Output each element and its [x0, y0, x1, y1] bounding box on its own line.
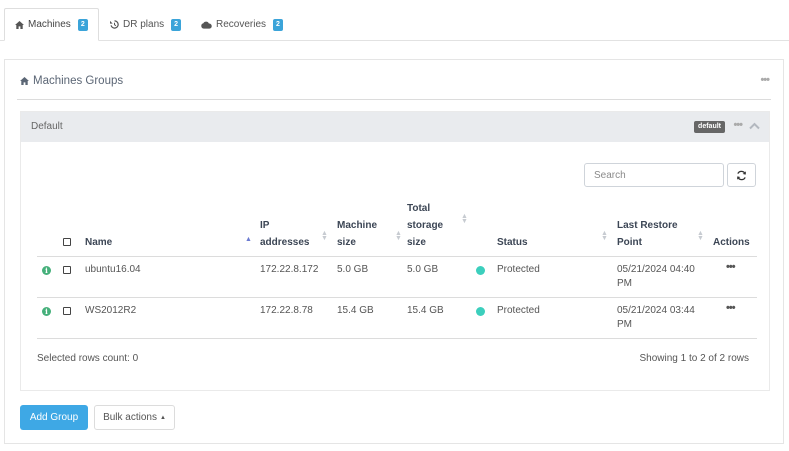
- tab-recoveries[interactable]: Recoveries 2: [191, 8, 293, 41]
- restore-date: 05/21/2024 04:40: [617, 264, 695, 275]
- info-icon[interactable]: i: [42, 307, 51, 316]
- header-name[interactable]: Name: [85, 234, 112, 251]
- selected-rows-count: Selected rows count: 0: [37, 353, 139, 364]
- bulk-actions-button[interactable]: Bulk actions ▲: [94, 405, 175, 430]
- cell-status: Protected: [497, 264, 540, 275]
- add-group-button[interactable]: Add Group: [20, 405, 88, 430]
- home-icon: [20, 77, 29, 85]
- cell-ip: 172.22.8.172: [260, 264, 319, 275]
- sort-icon: ▲ ▼: [461, 213, 468, 225]
- sort-asc-icon: ▲: [245, 236, 252, 243]
- header-ip-line2: addresses: [260, 237, 310, 248]
- tab-bar: Machines 2 DR plans 2 Recoveries 2: [0, 0, 789, 41]
- row-actions-button[interactable]: •••: [726, 261, 736, 273]
- tab-dr-plans[interactable]: DR plans 2: [100, 8, 191, 41]
- select-all-checkbox[interactable]: [63, 238, 71, 246]
- refresh-icon: [737, 170, 746, 180]
- caret-up-icon: ▲: [159, 414, 166, 421]
- restore-period: PM: [617, 278, 632, 289]
- chevron-up-icon[interactable]: [749, 122, 760, 130]
- tab-machines-count: 2: [77, 18, 88, 31]
- group-header[interactable]: Default default •••: [21, 112, 769, 142]
- tab-machines[interactable]: Machines 2: [4, 8, 99, 41]
- panel-menu-button[interactable]: •••: [760, 74, 770, 86]
- history-icon: [110, 20, 119, 29]
- table-row: i ubuntu16.04 172.22.8.172 5.0 GB 5.0 GB…: [37, 257, 757, 298]
- cell-total-storage: 5.0 GB: [407, 264, 439, 275]
- refresh-button[interactable]: [727, 163, 756, 187]
- bulk-actions-label: Bulk actions: [103, 412, 157, 423]
- cell-status: Protected: [497, 305, 540, 316]
- header-last-restore-line1: Last Restore: [617, 220, 678, 231]
- pagination-info: Showing 1 to 2 of 2 rows: [639, 353, 749, 364]
- panel-title: Machines Groups: [20, 75, 123, 87]
- tab-dr-plans-count: 2: [171, 18, 182, 31]
- cell-machine-size: 15.4 GB: [337, 305, 374, 316]
- tab-machines-label: Machines: [28, 19, 71, 30]
- row-actions-button[interactable]: •••: [726, 302, 736, 314]
- restore-date: 05/21/2024 03:44: [617, 305, 695, 316]
- header-machine-size-line2: size: [337, 237, 356, 248]
- divider: [17, 99, 771, 100]
- header-total-storage[interactable]: Total storage size: [407, 200, 443, 251]
- row-checkbox[interactable]: [63, 307, 71, 315]
- header-total-storage-line2: storage: [407, 220, 444, 231]
- header-total-storage-line3: size: [407, 237, 426, 248]
- tab-recoveries-count: 2: [273, 18, 283, 31]
- header-total-storage-line1: Total: [407, 203, 431, 214]
- info-icon[interactable]: i: [42, 266, 51, 275]
- header-last-restore[interactable]: Last Restore Point: [617, 217, 678, 251]
- cell-ip: 172.22.8.78: [260, 305, 313, 316]
- machines-groups-panel: Machines Groups ••• Default default ••• …: [4, 59, 784, 444]
- sort-icon: ▲ ▼: [321, 230, 328, 242]
- group-tag-badge: default: [694, 121, 725, 133]
- home-icon: [15, 20, 24, 29]
- cell-last-restore: 05/21/2024 03:44 PM: [617, 304, 695, 332]
- tab-dr-plans-label: DR plans: [123, 19, 165, 30]
- header-status[interactable]: Status: [497, 234, 528, 251]
- status-dot: [476, 266, 485, 275]
- sort-icon: ▲ ▼: [395, 230, 402, 242]
- cloud-icon: [201, 21, 212, 29]
- table-row: i WS2012R2 172.22.8.78 15.4 GB 15.4 GB P…: [37, 298, 757, 339]
- panel-title-text: Machines Groups: [33, 75, 124, 87]
- header-ip[interactable]: IP addresses: [260, 217, 309, 251]
- cell-machine-size: 5.0 GB: [337, 264, 369, 275]
- restore-period: PM: [617, 319, 632, 330]
- cell-total-storage: 15.4 GB: [407, 305, 444, 316]
- cell-name: ubuntu16.04: [85, 264, 141, 275]
- sort-icon: ▲ ▼: [601, 230, 608, 242]
- search-input[interactable]: [584, 163, 724, 187]
- cell-name: WS2012R2: [85, 305, 137, 316]
- sort-icon: ▲ ▼: [697, 230, 704, 242]
- row-checkbox[interactable]: [63, 266, 71, 274]
- header-machine-size[interactable]: Machine size: [337, 217, 377, 251]
- cell-last-restore: 05/21/2024 04:40 PM: [617, 263, 695, 291]
- group-name: Default: [31, 121, 63, 132]
- header-ip-line1: IP: [260, 220, 270, 231]
- group-menu-button[interactable]: •••: [733, 119, 743, 131]
- header-last-restore-line2: Point: [617, 237, 642, 248]
- header-actions: Actions: [713, 237, 750, 248]
- group-default: Default default ••• Name ▲ IP addresses …: [20, 111, 770, 391]
- header-machine-size-line1: Machine: [337, 220, 378, 231]
- status-dot: [476, 307, 485, 316]
- tab-recoveries-label: Recoveries: [216, 19, 267, 30]
